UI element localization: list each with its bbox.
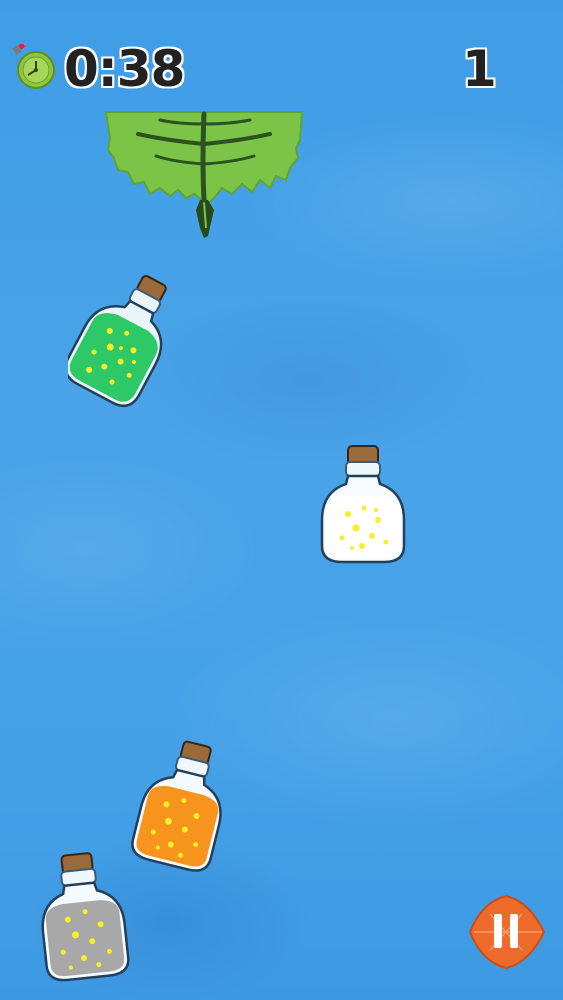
game-board: 0:38 1 xyxy=(0,0,563,1000)
green-bottle[interactable] xyxy=(68,268,178,408)
pause-button[interactable] xyxy=(466,892,546,972)
orange-bottle[interactable] xyxy=(126,738,236,878)
timer-display: 0:38 xyxy=(64,40,185,98)
score-display: 1 xyxy=(462,40,497,98)
leaf-platform xyxy=(104,111,304,238)
stopwatch-icon xyxy=(12,44,55,89)
white-bottle[interactable] xyxy=(308,442,418,582)
gray-bottle[interactable] xyxy=(28,850,138,990)
